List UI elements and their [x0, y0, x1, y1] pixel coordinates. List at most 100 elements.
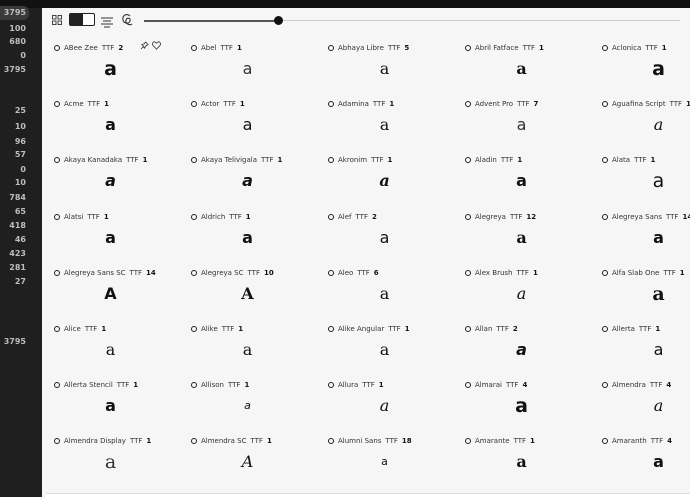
sidebar-count[interactable]: 784 — [0, 193, 26, 203]
font-card[interactable]: Alice TTF 1 a — [42, 317, 179, 373]
font-card[interactable]: Allison TTF 1 a — [179, 373, 316, 429]
select-radio-icon[interactable] — [465, 269, 471, 276]
select-radio-icon[interactable] — [465, 45, 471, 51]
select-radio-icon[interactable] — [602, 326, 608, 332]
select-radio-icon[interactable] — [191, 382, 197, 389]
font-card[interactable]: Alatsi TTF 1 a — [42, 205, 179, 261]
select-radio-icon[interactable] — [465, 157, 471, 164]
select-radio-icon[interactable] — [54, 45, 60, 51]
font-card[interactable]: Allan TTF 2 a — [453, 317, 590, 373]
select-radio-icon[interactable] — [328, 213, 334, 220]
select-radio-icon[interactable] — [54, 101, 60, 108]
font-card[interactable]: Abel TTF 1 a — [179, 36, 316, 92]
font-card[interactable]: Alike Angular TTF 1 a — [316, 317, 453, 373]
font-card[interactable]: Alegreya Sans SC TTF 14 A — [42, 261, 179, 317]
select-radio-icon[interactable] — [602, 157, 608, 164]
swash-glyph-icon[interactable] — [121, 13, 133, 27]
font-card[interactable]: Aclonica TTF 1 a — [590, 36, 690, 92]
font-card[interactable]: Alumni Sans TTF 18 a — [316, 429, 453, 485]
select-radio-icon[interactable] — [328, 157, 334, 164]
select-radio-icon[interactable] — [54, 157, 60, 164]
sidebar-count[interactable]: 57 — [0, 150, 26, 160]
sidebar-count[interactable]: 3795 — [0, 65, 26, 75]
pin-icon[interactable] — [140, 41, 149, 50]
sidebar-count[interactable]: 96 — [0, 137, 26, 147]
select-radio-icon[interactable] — [54, 326, 60, 332]
select-radio-icon[interactable] — [191, 213, 197, 220]
sidebar-count[interactable]: 25 — [0, 106, 26, 116]
font-card[interactable]: Alex Brush TTF 1 a — [453, 261, 590, 317]
select-radio-icon[interactable] — [328, 382, 334, 389]
font-card[interactable]: Alegreya Sans TTF 14 a — [590, 205, 690, 261]
sidebar-count[interactable]: 281 — [0, 263, 26, 273]
sidebar-count[interactable]: 0 — [0, 51, 26, 61]
font-card[interactable]: Acme TTF 1 a — [42, 92, 179, 148]
select-radio-icon[interactable] — [191, 269, 197, 276]
font-card[interactable]: Alfa Slab One TTF 1 a — [590, 261, 690, 317]
font-card[interactable]: Alata TTF 1 a — [590, 148, 690, 204]
sidebar-count[interactable]: 3795 — [0, 6, 29, 20]
select-radio-icon[interactable] — [54, 438, 60, 445]
select-radio-icon[interactable] — [602, 213, 608, 220]
select-radio-icon[interactable] — [465, 213, 471, 220]
font-card[interactable]: Almarai TTF 4 a — [453, 373, 590, 429]
sidebar-count[interactable]: 423 — [0, 249, 26, 259]
select-radio-icon[interactable] — [602, 382, 608, 389]
select-radio-icon[interactable] — [191, 45, 197, 51]
font-card[interactable]: Alegreya TTF 12 a — [453, 205, 590, 261]
select-radio-icon[interactable] — [328, 45, 334, 51]
font-card[interactable]: Adamina TTF 1 a — [316, 92, 453, 148]
font-card[interactable]: ABee Zee TTF 2 a — [42, 36, 179, 92]
sidebar-count[interactable]: 27 — [0, 277, 26, 287]
select-radio-icon[interactable] — [465, 326, 471, 332]
font-card[interactable]: Almendra TTF 4 a — [590, 373, 690, 429]
select-radio-icon[interactable] — [54, 269, 60, 276]
grid-icon[interactable] — [52, 15, 62, 25]
select-radio-icon[interactable] — [328, 326, 334, 332]
theme-toggle-icon[interactable] — [69, 13, 95, 26]
select-radio-icon[interactable] — [465, 438, 471, 445]
font-card[interactable]: Allerta Stencil TTF 1 a — [42, 373, 179, 429]
select-radio-icon[interactable] — [191, 157, 197, 164]
select-radio-icon[interactable] — [54, 382, 60, 389]
size-slider[interactable] — [144, 16, 680, 25]
select-radio-icon[interactable] — [465, 101, 471, 108]
heart-icon[interactable] — [152, 41, 161, 50]
font-card[interactable]: Alike TTF 1 a — [179, 317, 316, 373]
font-card[interactable]: Allura TTF 1 a — [316, 373, 453, 429]
select-radio-icon[interactable] — [328, 438, 334, 445]
font-card[interactable]: Almendra SC TTF 1 A — [179, 429, 316, 485]
font-card[interactable]: Akronim TTF 1 a — [316, 148, 453, 204]
sidebar-count[interactable]: 418 — [0, 221, 26, 231]
sidebar-count[interactable]: 10 — [0, 178, 26, 188]
select-radio-icon[interactable] — [191, 101, 197, 108]
font-card[interactable]: Amaranth TTF 4 a — [590, 429, 690, 485]
sidebar-count[interactable]: 46 — [0, 235, 26, 245]
select-radio-icon[interactable] — [465, 382, 471, 389]
font-card[interactable]: Aleo TTF 6 a — [316, 261, 453, 317]
font-card[interactable]: Alegreya SC TTF 10 A — [179, 261, 316, 317]
select-radio-icon[interactable] — [54, 213, 60, 220]
font-card[interactable]: Akaya Kanadaka TTF 1 a — [42, 148, 179, 204]
font-card[interactable]: Abhaya Libre TTF 5 a — [316, 36, 453, 92]
sidebar-count[interactable]: 65 — [0, 207, 26, 217]
font-card[interactable]: Aladin TTF 1 a — [453, 148, 590, 204]
slider-thumb[interactable] — [274, 16, 283, 25]
font-card[interactable]: Abril Fatface TTF 1 a — [453, 36, 590, 92]
font-card[interactable]: Advent Pro TTF 7 a — [453, 92, 590, 148]
select-radio-icon[interactable] — [328, 101, 334, 108]
select-radio-icon[interactable] — [602, 101, 608, 108]
font-card[interactable]: Aldrich TTF 1 a — [179, 205, 316, 261]
font-card[interactable]: Aguafina Script TTF 1 a — [590, 92, 690, 148]
sidebar-count[interactable]: 3795 — [0, 337, 26, 347]
select-radio-icon[interactable] — [602, 438, 608, 445]
font-card[interactable]: Almendra Display TTF 1 a — [42, 429, 179, 485]
sidebar-count[interactable]: 10 — [0, 122, 26, 132]
select-radio-icon[interactable] — [602, 45, 608, 51]
select-radio-icon[interactable] — [602, 269, 608, 276]
font-card[interactable]: Actor TTF 1 a — [179, 92, 316, 148]
sidebar-count[interactable]: 100 — [0, 24, 26, 34]
sidebar-count[interactable]: 0 — [0, 165, 26, 175]
select-radio-icon[interactable] — [191, 438, 197, 445]
font-card[interactable]: Amarante TTF 1 a — [453, 429, 590, 485]
